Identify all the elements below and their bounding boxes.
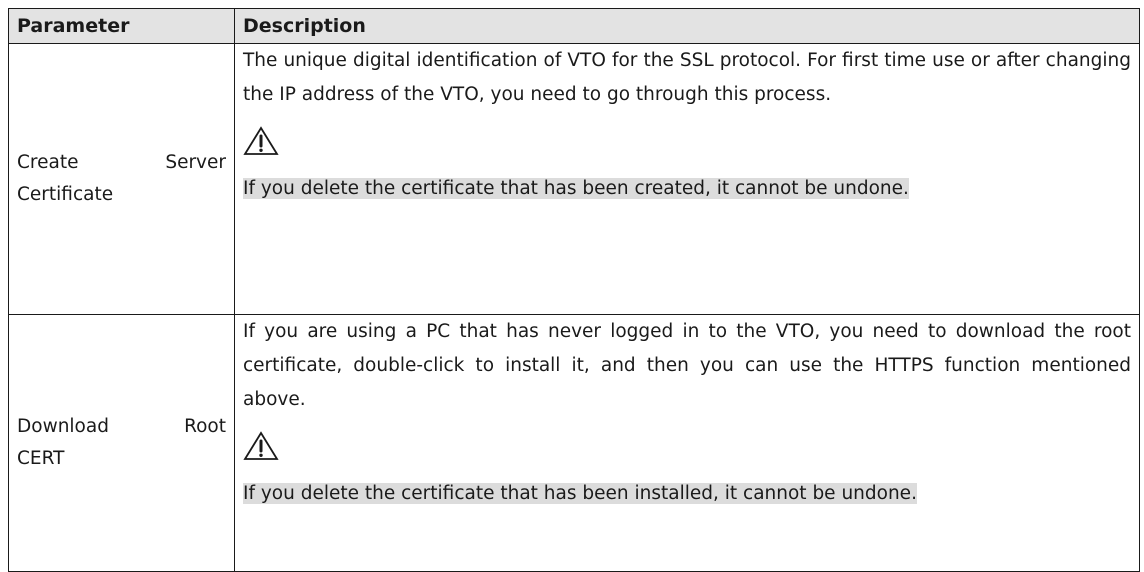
- warning-block: [243, 116, 1131, 166]
- header-description: Description: [234, 8, 1140, 44]
- description-cell: The unique digital identification of VTO…: [234, 43, 1140, 315]
- parameter-line-1: Download Root: [17, 411, 226, 443]
- parameter-cell: Create Server Certificate: [8, 43, 235, 315]
- description-cell: If you are using a PC that has never log…: [234, 314, 1140, 572]
- note-text: If you delete the certificate that has b…: [243, 483, 917, 504]
- note-line: If you delete the certificate that has b…: [243, 172, 1131, 206]
- parameter-line-2: CERT: [17, 448, 65, 469]
- warning-triangle-icon: [243, 126, 279, 156]
- parameter-word: Root: [184, 416, 226, 437]
- table-row: Download Root CERT If you are using a PC…: [8, 314, 1140, 572]
- parameter-word: Server: [165, 152, 226, 173]
- warning-block: [243, 421, 1131, 471]
- parameter-word: Create: [17, 152, 79, 173]
- parameter-line-1: Create Server: [17, 147, 226, 179]
- parameter-word: Download: [17, 416, 109, 437]
- note-line: If you delete the certificate that has b…: [243, 477, 1131, 511]
- description-text: The unique digital identification of VTO…: [243, 50, 1131, 105]
- note-text: If you delete the certificate that has b…: [243, 178, 909, 199]
- table-header-row: Parameter Description: [8, 8, 1140, 44]
- table-row: Create Server Certificate The unique dig…: [8, 43, 1140, 315]
- header-parameter: Parameter: [8, 8, 235, 44]
- warning-triangle-icon: [243, 431, 279, 461]
- parameter-cell: Download Root CERT: [8, 314, 235, 572]
- description-text: If you are using a PC that has never log…: [243, 321, 1131, 410]
- parameter-line-2: Certificate: [17, 184, 114, 205]
- parameter-table: Parameter Description Create Server Cert…: [8, 8, 1140, 572]
